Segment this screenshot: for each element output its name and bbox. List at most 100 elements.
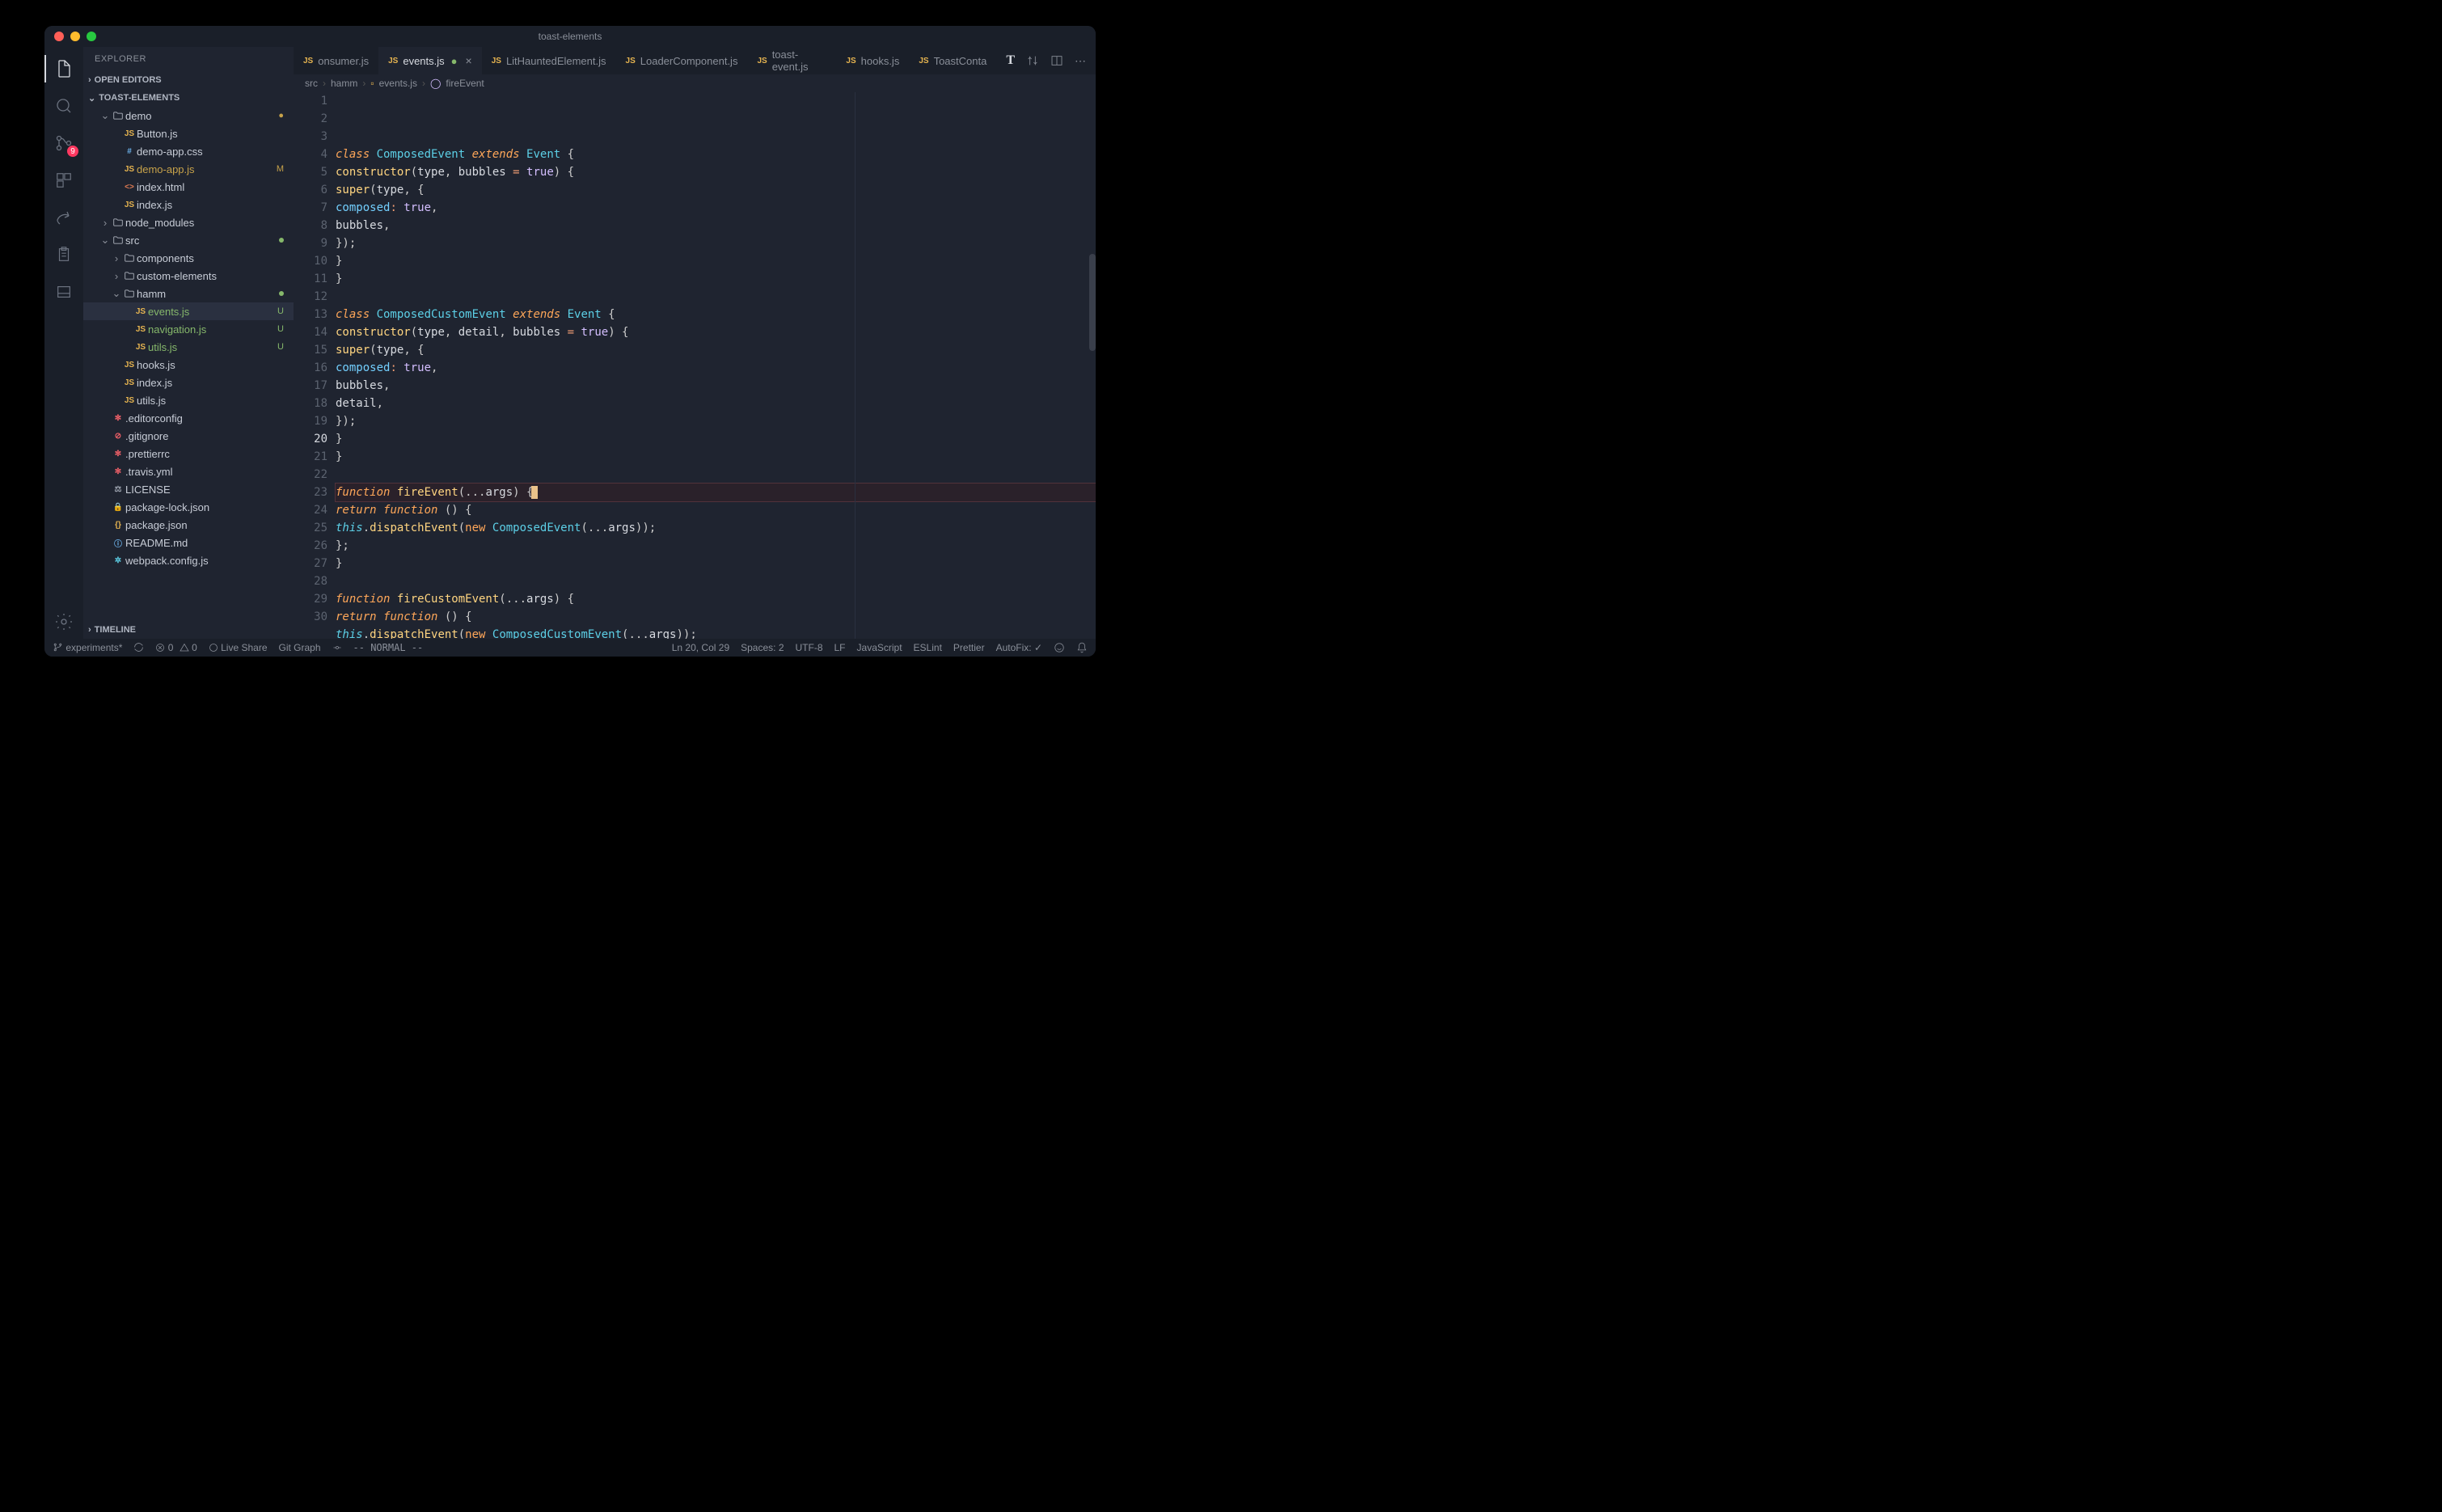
encoding-item[interactable]: UTF-8 <box>796 642 823 653</box>
feedback-icon[interactable] <box>1054 642 1065 653</box>
autofix-item[interactable]: AutoFix: ✓ <box>996 642 1042 653</box>
gear-icon: ✻ <box>111 414 125 423</box>
compare-icon[interactable] <box>1026 54 1039 67</box>
tree-folder[interactable]: ⌄src <box>83 231 294 249</box>
tree-item-label: components <box>137 252 294 264</box>
chevron-right-icon: › <box>88 75 91 85</box>
chevron-right-icon: › <box>88 625 91 635</box>
language-item[interactable]: JavaScript <box>857 642 902 653</box>
tree-file[interactable]: JSButton.js <box>83 125 294 142</box>
indentation-item[interactable]: Spaces: 2 <box>741 642 784 653</box>
autofix-icon[interactable] <box>332 642 342 653</box>
git-branch-item[interactable]: experiments* <box>53 642 122 653</box>
tree-item-label: node_modules <box>125 217 294 229</box>
tree-item-label: index.js <box>137 199 294 211</box>
tree-file[interactable]: JSdemo-app.jsM <box>83 160 294 178</box>
eol-item[interactable]: LF <box>834 642 846 653</box>
project-section[interactable]: ⌄ TOAST-ELEMENTS <box>83 89 294 107</box>
tree-item-label: .prettierrc <box>125 448 294 460</box>
editor-tab[interactable]: JSToastConta <box>909 47 996 74</box>
tree-file[interactable]: JShooks.js <box>83 356 294 374</box>
panel-activity-icon[interactable] <box>44 275 83 309</box>
chevron-down-icon: ⌄ <box>99 234 111 247</box>
sync-item[interactable] <box>133 642 144 653</box>
tree-file[interactable]: ✻.travis.yml <box>83 462 294 480</box>
tree-folder[interactable]: ›components <box>83 249 294 267</box>
split-editor-icon[interactable] <box>1050 54 1063 67</box>
clipboard-activity-icon[interactable] <box>44 238 83 272</box>
titlebar[interactable]: toast-elements <box>44 26 1096 47</box>
tree-item-label: demo-app.js <box>137 163 294 175</box>
tree-file[interactable]: #demo-app.css <box>83 142 294 160</box>
editor-tab[interactable]: JSonsumer.js <box>294 47 378 74</box>
source-control-activity-icon[interactable]: 9 <box>44 126 83 160</box>
zoom-window-button[interactable] <box>87 32 96 41</box>
tree-item-label: package-lock.json <box>125 501 294 513</box>
editor-tab[interactable]: JSevents.js●× <box>378 47 482 74</box>
prettier-item[interactable]: Prettier <box>953 642 985 653</box>
folder-icon <box>111 217 125 228</box>
settings-gear-icon[interactable] <box>44 605 83 639</box>
code-lines[interactable]: class ComposedEvent extends Event { cons… <box>336 92 1096 639</box>
tree-item-label: LICENSE <box>125 484 294 496</box>
tree-file[interactable]: ✻.editorconfig <box>83 409 294 427</box>
editor-tab[interactable]: JSLoaderComponent.js <box>616 47 748 74</box>
tree-item-label: package.json <box>125 519 294 531</box>
minimap-scrollbar[interactable] <box>1089 92 1096 639</box>
tree-file[interactable]: ⚖LICENSE <box>83 480 294 498</box>
tree-item-label: custom-elements <box>137 270 294 282</box>
more-icon[interactable]: ⋯ <box>1075 54 1086 68</box>
js-icon: JS <box>626 57 636 65</box>
tree-folder[interactable]: › node_modules <box>83 213 294 231</box>
tree-folder[interactable]: ›custom-elements <box>83 267 294 285</box>
tree-file[interactable]: ✻.prettierrc <box>83 445 294 462</box>
close-window-button[interactable] <box>54 32 64 41</box>
tree-file[interactable]: JSevents.jsU <box>83 302 294 320</box>
tree-folder[interactable]: ⌄demo● <box>83 107 294 125</box>
text-color-icon[interactable]: T <box>1006 53 1015 68</box>
tree-file[interactable]: {}package.json <box>83 516 294 534</box>
tree-file[interactable]: JSindex.js <box>83 196 294 213</box>
editor-tab[interactable]: JStoast-event.js <box>747 47 836 74</box>
gear-icon: ✻ <box>111 467 125 476</box>
js-icon: JS <box>122 378 137 387</box>
liveshare-item[interactable]: Live Share <box>209 642 268 653</box>
problems-item[interactable]: 0 0 <box>155 642 196 653</box>
chevron-right-icon: › <box>99 217 111 229</box>
open-editors-section[interactable]: › OPEN EDITORS <box>83 71 294 89</box>
tree-file[interactable]: JSindex.js <box>83 374 294 391</box>
tree-file[interactable]: JSutils.js <box>83 391 294 409</box>
extensions-activity-icon[interactable] <box>44 163 83 197</box>
explorer-activity-icon[interactable] <box>44 52 83 86</box>
tree-folder[interactable]: ⌄hamm <box>83 285 294 302</box>
tree-file[interactable]: 🔒package-lock.json <box>83 498 294 516</box>
code-editor[interactable]: 1234567891011121314151617181920212223242… <box>294 92 1096 639</box>
sidebar: EXPLORER › OPEN EDITORS ⌄ TOAST-ELEMENTS… <box>83 47 294 639</box>
close-icon[interactable]: × <box>466 54 472 67</box>
tree-file[interactable]: ⊘.gitignore <box>83 427 294 445</box>
tab-label: hooks.js <box>861 55 900 67</box>
eslint-item[interactable]: ESLint <box>914 642 942 653</box>
editor-actions: T ⋯ <box>996 47 1096 74</box>
file-tree[interactable]: ⌄demo●JSButton.js#demo-app.cssJSdemo-app… <box>83 107 294 621</box>
css-icon: # <box>122 147 137 156</box>
tree-file[interactable]: JSnavigation.jsU <box>83 320 294 338</box>
notifications-icon[interactable] <box>1076 642 1088 653</box>
json-icon: {} <box>111 521 125 530</box>
breadcrumb[interactable]: src› hamm› ▫ events.js› ◯ fireEvent <box>294 74 1096 92</box>
tree-file[interactable]: JSutils.jsU <box>83 338 294 356</box>
vim-mode-item: -- NORMAL -- <box>353 642 424 653</box>
tree-file[interactable]: ✲webpack.config.js <box>83 551 294 569</box>
gitgraph-item[interactable]: Git Graph <box>279 642 321 653</box>
timeline-section[interactable]: › TIMELINE <box>83 621 294 639</box>
tree-item-label: webpack.config.js <box>125 555 294 567</box>
tree-file[interactable]: ⓘREADME.md <box>83 534 294 551</box>
window-title: toast-elements <box>44 31 1096 42</box>
minimize-window-button[interactable] <box>70 32 80 41</box>
share-activity-icon[interactable] <box>44 201 83 234</box>
editor-tab[interactable]: JSLitHauntedElement.js <box>482 47 616 74</box>
tree-file[interactable]: <>index.html <box>83 178 294 196</box>
editor-tab[interactable]: JShooks.js <box>836 47 909 74</box>
cursor-position-item[interactable]: Ln 20, Col 29 <box>672 642 729 653</box>
search-activity-icon[interactable] <box>44 89 83 123</box>
